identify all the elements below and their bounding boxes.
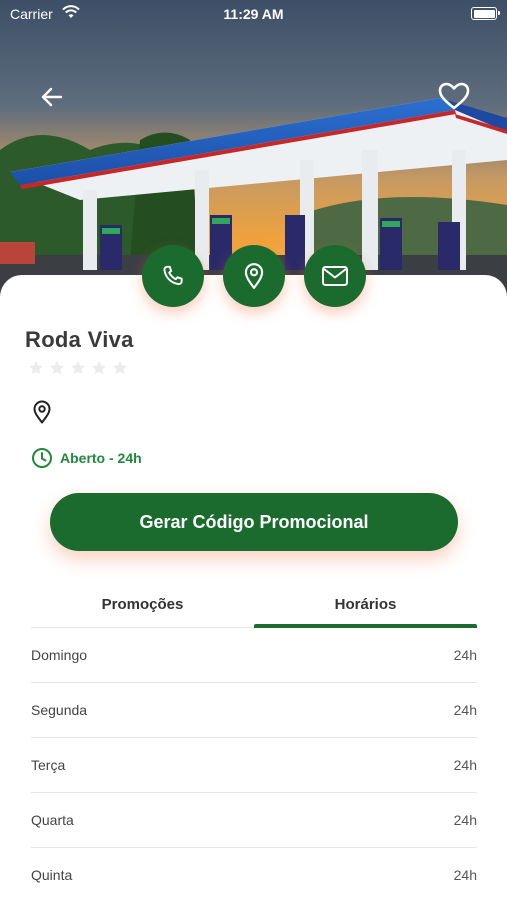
star-icon bbox=[70, 360, 86, 375]
heart-icon bbox=[438, 82, 470, 110]
day-hours: 24h bbox=[453, 812, 477, 828]
hours-status-text: Aberto - 24h bbox=[60, 450, 142, 466]
schedule-row: Segunda 24h bbox=[31, 683, 477, 738]
day-label: Quarta bbox=[31, 812, 74, 828]
tab-promocoes[interactable]: Promoções bbox=[31, 590, 254, 628]
star-icon bbox=[49, 360, 65, 375]
schedule-row: Domingo 24h bbox=[31, 628, 477, 683]
day-hours: 24h bbox=[453, 867, 477, 883]
schedule-row: Quinta 24h bbox=[31, 848, 477, 900]
email-button[interactable] bbox=[304, 245, 366, 307]
star-icon bbox=[28, 360, 44, 375]
status-bar: Carrier 11:29 AM bbox=[0, 0, 507, 28]
star-icon bbox=[91, 360, 107, 375]
star-rating bbox=[27, 359, 129, 377]
opening-hours-status: Aberto - 24h bbox=[31, 447, 142, 469]
generate-promo-code-button[interactable]: Gerar Código Promocional bbox=[50, 493, 458, 551]
schedule-row: Quarta 24h bbox=[31, 793, 477, 848]
back-button[interactable] bbox=[36, 82, 70, 112]
star-icon bbox=[112, 360, 128, 375]
location-pin-icon bbox=[33, 400, 51, 424]
location-button[interactable] bbox=[223, 245, 285, 307]
phone-icon bbox=[163, 265, 183, 286]
day-label: Terça bbox=[31, 757, 66, 773]
schedule-row: Terça 24h bbox=[31, 738, 477, 793]
tab-horarios[interactable]: Horários bbox=[254, 590, 477, 628]
status-time: 11:29 AM bbox=[223, 6, 284, 22]
day-label: Segunda bbox=[31, 702, 88, 718]
day-hours: 24h bbox=[453, 647, 477, 663]
tab-bar: Promoções Horários bbox=[31, 590, 477, 628]
favorite-button[interactable] bbox=[436, 80, 472, 112]
station-name: Roda Viva bbox=[25, 327, 134, 352]
arrow-left-icon bbox=[41, 87, 63, 107]
day-label: Domingo bbox=[31, 647, 88, 663]
battery-icon bbox=[471, 7, 500, 20]
map-pin-icon bbox=[244, 263, 264, 289]
day-hours: 24h bbox=[453, 757, 477, 773]
mail-icon bbox=[322, 266, 348, 286]
day-label: Quinta bbox=[31, 867, 73, 883]
call-button[interactable] bbox=[142, 245, 204, 307]
clock-icon bbox=[32, 448, 52, 468]
day-hours: 24h bbox=[453, 702, 477, 718]
schedule-list: Domingo 24h Segunda 24h Terça 24h Quarta… bbox=[31, 628, 477, 900]
address-row[interactable] bbox=[31, 400, 61, 424]
